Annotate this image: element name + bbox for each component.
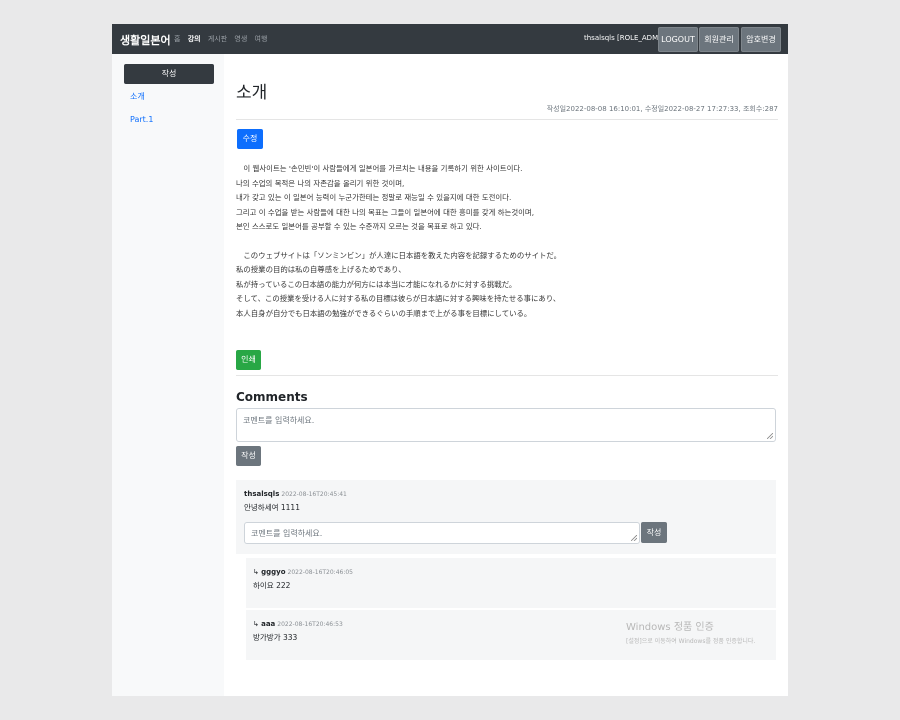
comment-text: 안녕하세여 1111: [244, 503, 300, 512]
body-line: 나의 수업의 목적은 나의 자존감을 올리기 위한 것이며,: [236, 178, 405, 188]
post-meta: 작성일2022-08-08 16:10:01, 수정일2022-08-27 17…: [546, 105, 778, 113]
sidebar-item-part1[interactable]: Part.1: [130, 115, 153, 124]
body-line: 그리고 이 수업을 받는 사람들에 대한 나의 목표는 그들이 일본어에 대한 …: [236, 207, 535, 217]
body-line: 본인 스스로도 일본어를 공부할 수 있는 수준까지 오르는 것을 목표로 하고…: [236, 222, 482, 231]
post-body: 이 웹사이트는 '손민빈'이 사람들에게 일본어를 가르치는 내용을 기록하기 …: [236, 162, 776, 321]
comment-textarea[interactable]: 코멘트를 입력하세요.: [236, 408, 776, 442]
current-user: thsalsqls [ROLE_ADMIN]: [584, 34, 669, 42]
comment-item: thsalsqls 2022-08-16T20:45:41 안녕하세여 1111 …: [236, 480, 776, 554]
reply-arrow-icon: ↳: [253, 620, 259, 628]
windows-activation-watermark: Windows 정품 인증 [설정]으로 이동하여 Windows를 정품 인증…: [626, 618, 755, 645]
edit-button[interactable]: 수정: [237, 129, 263, 149]
app-window: 생활일본어 홈 강의 게시판 영생 여행 thsalsqls [ROLE_ADM…: [112, 24, 788, 696]
change-password-button[interactable]: 암호변경: [741, 27, 781, 52]
watermark-subtitle: [설정]으로 이동하여 Windows를 정품 인증합니다.: [626, 638, 756, 645]
watermark-title: Windows 정품 인증: [626, 622, 714, 633]
divider: [236, 375, 778, 376]
body-line: そして、この授業を受ける人に対する私の目標は彼らが日本語に対する興味を持たせる事…: [236, 294, 561, 303]
member-management-button[interactable]: 회원관리: [699, 27, 739, 52]
body-line: 私が持っているこの日本語の能力が何方には本当に才能になれるかに対する挑戦だ。: [236, 279, 517, 289]
page-title: 소개: [236, 83, 268, 103]
nav-link-board[interactable]: 게시판: [208, 35, 227, 43]
reply-arrow-icon: ↳: [253, 568, 259, 576]
comment-header: thsalsqls 2022-08-16T20:45:41: [244, 490, 347, 498]
reply-header: ↳ aaa 2022-08-16T20:46:53: [253, 620, 343, 628]
divider: [236, 119, 778, 120]
sidebar-item-intro[interactable]: 소개: [130, 91, 145, 102]
body-line: 本人自身が自分でも日本語の勉強ができるぐらいの手順まで上がる事を目標にしている。: [236, 308, 532, 318]
reply-submit-button[interactable]: 작성: [641, 522, 667, 543]
comment-date: 2022-08-16T20:45:41: [281, 491, 347, 498]
body-line: 이 웹사이트는 '손민빈'이 사람들에게 일본어를 가르치는 내용을 기록하기 …: [236, 164, 523, 173]
reply-item: ↳ gggyo 2022-08-16T20:46:05 하이요 222: [246, 558, 776, 608]
reply-placeholder: 코멘트를 입력하세요.: [251, 529, 323, 538]
reply-date: 2022-08-16T20:46:05: [287, 569, 353, 576]
body-line: 私の授業の目的は私の自尊感を上げるためであり、: [236, 265, 406, 274]
reply-date: 2022-08-16T20:46:53: [277, 621, 343, 628]
sidebar-write-button[interactable]: 작성: [124, 64, 214, 84]
top-navbar: 생활일본어 홈 강의 게시판 영생 여행 thsalsqls [ROLE_ADM…: [112, 24, 788, 54]
sidebar: 작성 소개 Part.1: [112, 54, 224, 696]
nav-link-lectures[interactable]: 강의: [188, 35, 201, 43]
resize-handle-icon[interactable]: [767, 433, 773, 439]
nav-link-travel[interactable]: 여행: [255, 35, 268, 43]
main-content: 소개 작성일2022-08-08 16:10:01, 수정일2022-08-27…: [224, 54, 788, 696]
nav-link-eternal[interactable]: 영생: [234, 35, 247, 43]
brand-logo[interactable]: 생활일본어: [120, 32, 171, 48]
reply-text: 방가방가 333: [253, 633, 298, 642]
reply-header: ↳ gggyo 2022-08-16T20:46:05: [253, 568, 353, 576]
nav-link-home[interactable]: 홈: [174, 35, 180, 43]
reply-author: aaa: [261, 620, 276, 628]
comment-placeholder: 코멘트를 입력하세요.: [243, 416, 315, 425]
resize-handle-icon[interactable]: [631, 535, 637, 541]
nav-links: 홈 강의 게시판 영생 여행: [174, 34, 272, 44]
comment-author: thsalsqls: [244, 490, 280, 498]
comment-submit-button[interactable]: 작성: [236, 446, 261, 466]
body-line: このウェブサイトは「ソンミンビン」が人達に日本語を教えた内容を記録するためのサイ…: [236, 250, 561, 260]
reply-author: gggyo: [261, 568, 286, 576]
body-line: 내가 갖고 있는 이 일본어 능력이 누군가한테는 정말로 재능일 수 있을지에…: [236, 193, 512, 202]
reply-text: 하이요 222: [253, 581, 291, 590]
comments-heading: Comments: [236, 390, 308, 404]
logout-button[interactable]: LOGOUT: [658, 27, 698, 52]
print-button[interactable]: 인쇄: [236, 350, 261, 370]
reply-textarea[interactable]: 코멘트를 입력하세요.: [244, 522, 640, 544]
